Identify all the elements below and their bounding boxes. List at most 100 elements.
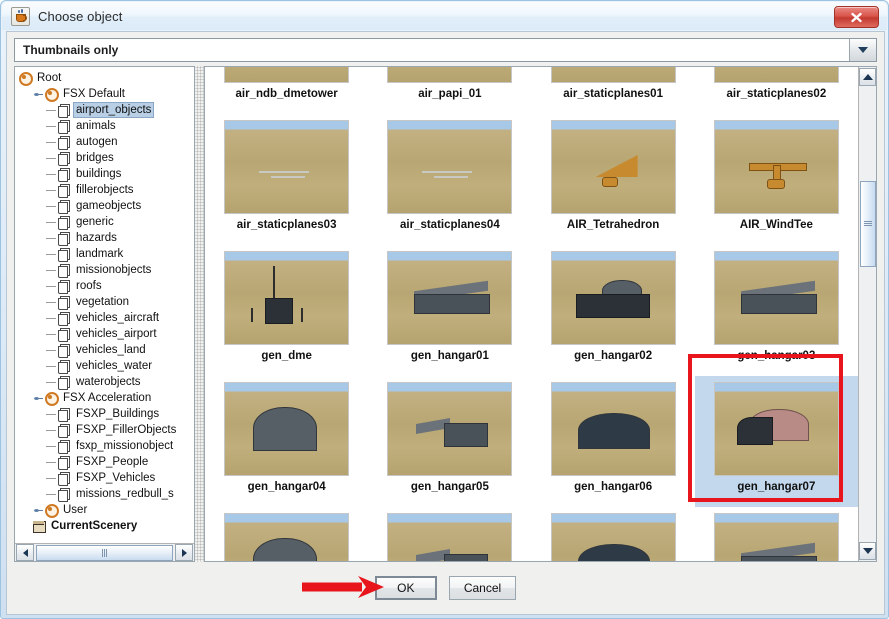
thumbnail-preview-image bbox=[387, 513, 513, 561]
split-divider[interactable] bbox=[195, 66, 204, 562]
tree-connector bbox=[46, 221, 56, 223]
page-icon bbox=[57, 359, 71, 374]
tree-item-fsxp-vehicles[interactable]: FSXP_Vehicles bbox=[18, 470, 194, 486]
tree-item-label: FSXP_Vehicles bbox=[76, 472, 156, 484]
thumbnail-item[interactable]: air_staticplanes01 bbox=[532, 67, 695, 114]
tree-item-missionobjects[interactable]: missionobjects bbox=[18, 262, 194, 278]
thumbnail-item[interactable]: gen_hangar06 bbox=[532, 376, 695, 507]
tree-item-vehicles-land[interactable]: vehicles_land bbox=[18, 342, 194, 358]
dialog-content: Thumbnails only Root FSX Default airport_o… bbox=[6, 31, 885, 615]
thumbnail-item[interactable]: air_staticplanes03 bbox=[205, 114, 368, 245]
tree-item-vegetation[interactable]: vegetation bbox=[18, 294, 194, 310]
object-tree-panel: Root FSX Default airport_objectsanimals aut… bbox=[14, 66, 195, 562]
hangar-barrel-roof bbox=[577, 413, 650, 449]
tree-item-fsxp-fillerobjects[interactable]: FSXP_FillerObjects bbox=[18, 422, 194, 438]
tree-connector bbox=[46, 365, 56, 367]
tree-item-fsxp-buildings[interactable]: FSXP_Buildings bbox=[18, 406, 194, 422]
tree-horizontal-scrollbar[interactable] bbox=[15, 543, 194, 561]
tree-item-label: fillerobjects bbox=[76, 184, 134, 196]
page-icon bbox=[57, 263, 71, 278]
tree-item-vehicles-aircraft[interactable]: vehicles_aircraft bbox=[18, 310, 194, 326]
tree-item-label: missions_redbull_s bbox=[76, 488, 174, 500]
thumbnail-item[interactable]: gen_hangar02 bbox=[532, 245, 695, 376]
hangar-barrel-roof bbox=[577, 544, 650, 561]
scrollbar-track[interactable] bbox=[859, 87, 876, 541]
tree-scrollbar-thumb[interactable] bbox=[36, 544, 173, 561]
thumbnail-preview-image bbox=[713, 120, 839, 214]
tree-expand-handle-icon[interactable] bbox=[32, 506, 44, 515]
triangle-down-icon[interactable] bbox=[859, 542, 876, 560]
tree-item-fsxp-missionobject[interactable]: fsxp_missionobject bbox=[18, 438, 194, 454]
tree-item-label: hazards bbox=[76, 232, 117, 244]
choose-object-dialog: Choose object Thumbnails only Root FSX De… bbox=[0, 0, 889, 619]
scrollbar-thumb[interactable] bbox=[860, 181, 876, 267]
tree-item-fsx-acceleration[interactable]: FSX Acceleration bbox=[18, 390, 194, 406]
thumbnail-preview-image bbox=[224, 120, 350, 214]
view-mode-combobox[interactable]: Thumbnails only bbox=[14, 38, 877, 62]
tree-item-fsx-default[interactable]: FSX Default bbox=[18, 86, 194, 102]
page-icon bbox=[57, 167, 71, 182]
thumbnail-item[interactable]: AIR_Tetrahedron bbox=[532, 114, 695, 245]
tree-item-label: animals bbox=[76, 120, 116, 132]
object-tree[interactable]: Root FSX Default airport_objectsanimals aut… bbox=[15, 67, 194, 543]
tree-expand-handle-icon[interactable] bbox=[32, 394, 44, 403]
tree-expand-handle-icon[interactable] bbox=[32, 90, 44, 99]
tree-item-roofs[interactable]: roofs bbox=[18, 278, 194, 294]
tree-item-autogen[interactable]: autogen bbox=[18, 134, 194, 150]
hangar-body bbox=[414, 294, 491, 314]
thumbnail-item[interactable]: gen_hangar09 bbox=[368, 507, 531, 561]
tree-item-missions-redbull-s[interactable]: missions_redbull_s bbox=[18, 486, 194, 502]
tree-connector bbox=[46, 429, 56, 431]
thumbnail-item[interactable]: gen_hangar05 bbox=[368, 376, 531, 507]
thumbnail-item[interactable]: gen_hangar11 bbox=[695, 507, 858, 561]
tree-connector bbox=[46, 173, 56, 175]
close-icon[interactable] bbox=[834, 6, 879, 28]
triangle-up-icon[interactable] bbox=[859, 68, 876, 86]
tree-item-vehicles-water[interactable]: vehicles_water bbox=[18, 358, 194, 374]
thumbnail-viewport[interactable]: air_ndb_dmetower air_papi_01 air_staticpla… bbox=[205, 67, 858, 561]
tree-item-animals[interactable]: animals bbox=[18, 118, 194, 134]
thumbnail-preview-image bbox=[713, 382, 839, 476]
tree-item-landmark[interactable]: landmark bbox=[18, 246, 194, 262]
page-icon bbox=[57, 295, 71, 310]
hangar-body-right bbox=[444, 554, 489, 561]
thumbnail-item[interactable]: gen_dme bbox=[205, 245, 368, 376]
tree-item-fsxp-people[interactable]: FSXP_People bbox=[18, 454, 194, 470]
cancel-button[interactable]: Cancel bbox=[448, 576, 517, 600]
tree-item-vehicles-airport[interactable]: vehicles_airport bbox=[18, 326, 194, 342]
cube-icon bbox=[32, 519, 46, 533]
chevron-down-icon[interactable] bbox=[849, 39, 876, 61]
tree-item-waterobjects[interactable]: waterobjects bbox=[18, 374, 194, 390]
tree-item-fillerobjects[interactable]: fillerobjects bbox=[18, 182, 194, 198]
tree-item-label: gameobjects bbox=[76, 200, 142, 212]
thumbnail-item[interactable]: gen_hangar08 bbox=[205, 507, 368, 561]
triangle-right-icon[interactable] bbox=[175, 544, 193, 561]
thumbnail-preview-image bbox=[713, 251, 839, 345]
tree-item-root[interactable]: Root bbox=[18, 70, 194, 86]
tree-item-generic[interactable]: generic bbox=[18, 214, 194, 230]
thumbnail-item[interactable]: gen_hangar07 bbox=[694, 376, 858, 507]
ok-button[interactable]: OK bbox=[374, 576, 437, 600]
thumbnail-item[interactable]: air_ndb_dmetower bbox=[205, 67, 368, 114]
tree-item-airport-objects[interactable]: airport_objects bbox=[18, 102, 194, 118]
thumbnail-preview-image bbox=[550, 513, 676, 561]
tree-item-hazards[interactable]: hazards bbox=[18, 230, 194, 246]
thumbnail-item[interactable]: gen_hangar10 bbox=[532, 507, 695, 561]
tree-item-user[interactable]: User bbox=[18, 502, 194, 518]
thumbnail-item[interactable]: gen_hangar04 bbox=[205, 376, 368, 507]
tree-item-currentscenery[interactable]: CurrentScenery bbox=[18, 518, 194, 534]
thumbnail-vertical-scrollbar[interactable] bbox=[858, 67, 876, 561]
page-icon bbox=[57, 455, 71, 470]
thumbnail-item[interactable]: AIR_WindTee bbox=[695, 114, 858, 245]
thumbnail-item[interactable]: air_staticplanes04 bbox=[368, 114, 531, 245]
tree-connector bbox=[46, 477, 56, 479]
hangar-body-right bbox=[444, 423, 489, 447]
triangle-left-icon[interactable] bbox=[16, 544, 34, 561]
thumbnail-item[interactable]: gen_hangar03 bbox=[695, 245, 858, 376]
thumbnail-item[interactable]: gen_hangar01 bbox=[368, 245, 531, 376]
tree-item-gameobjects[interactable]: gameobjects bbox=[18, 198, 194, 214]
tree-item-buildings[interactable]: buildings bbox=[18, 166, 194, 182]
thumbnail-item[interactable]: air_staticplanes02 bbox=[695, 67, 858, 114]
tree-item-bridges[interactable]: bridges bbox=[18, 150, 194, 166]
thumbnail-item[interactable]: air_papi_01 bbox=[368, 67, 531, 114]
